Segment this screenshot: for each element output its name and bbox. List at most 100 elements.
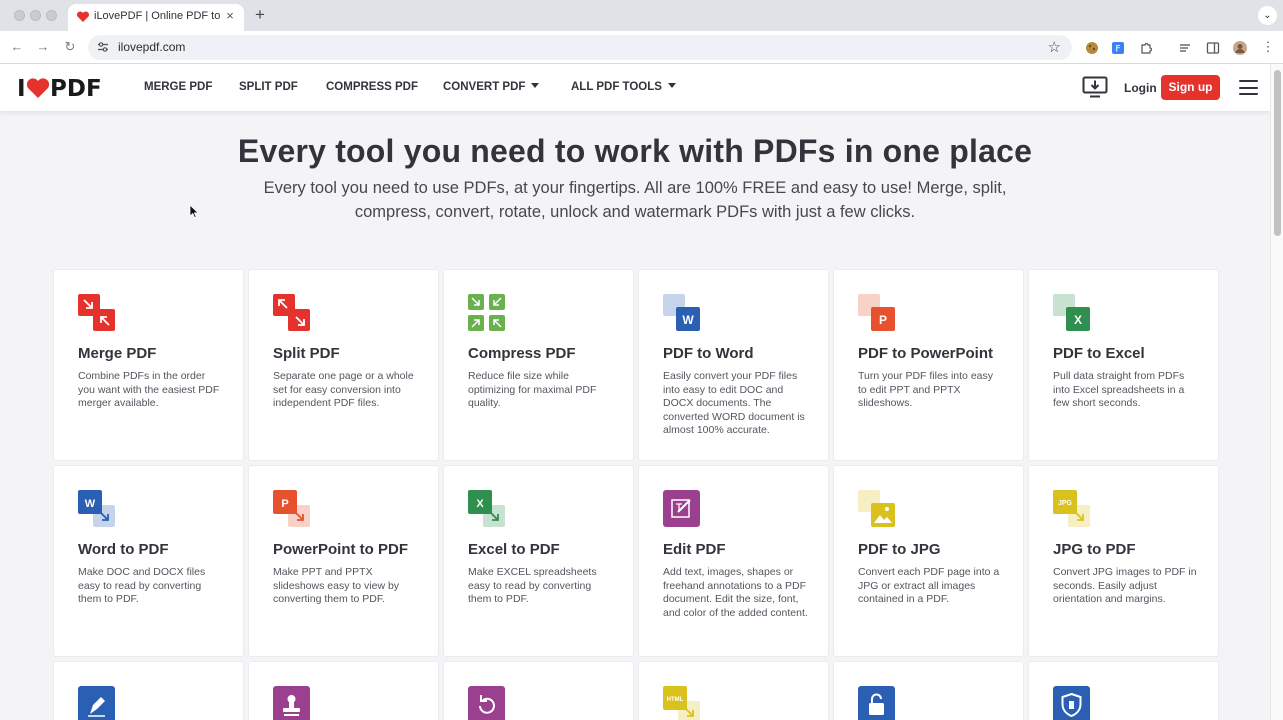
pdf-to-jpg-icon: [858, 490, 895, 527]
tool-card[interactable]: Split PDF Separate one page or a whole se…: [248, 269, 439, 461]
back-icon[interactable]: ←: [9, 39, 25, 55]
powerpoint-icon: P: [858, 294, 895, 331]
svg-text:X: X: [1074, 313, 1082, 327]
nav-all-pdf-tools[interactable]: ALL PDF TOOLS: [571, 81, 676, 93]
site-settings-icon[interactable]: [97, 41, 109, 53]
browser-tab[interactable]: iLovePDF | Online PDF tools f ×: [68, 4, 244, 31]
split-icon: [273, 294, 310, 331]
zoom-window-button[interactable]: [46, 10, 57, 21]
tool-card[interactable]: PDF to JPG Convert each PDF page into a J…: [833, 465, 1024, 657]
tool-card-description: Separate one page or a whole set for eas…: [273, 370, 414, 409]
tool-card[interactable]: [248, 661, 439, 720]
tool-card[interactable]: [1028, 661, 1219, 720]
compress-icon: [468, 294, 505, 331]
browser-toolbar: ← → ↻ ilovepdf.com ☆ F ⋮: [0, 31, 1283, 64]
tool-card[interactable]: JPG JPG to PDF Convert JPG images to PDF i…: [1028, 465, 1219, 657]
caret-down-icon: [667, 83, 676, 88]
extension-translate-icon[interactable]: F: [1111, 41, 1125, 55]
tool-card-title: PDF to Excel: [1053, 345, 1145, 362]
extension-cookie-icon[interactable]: [1085, 41, 1099, 55]
jpg-to-pdf-icon: JPG: [1053, 490, 1090, 527]
tool-card-description: Convert each PDF page into a JPG or extr…: [858, 566, 1000, 605]
tool-card-title: PDF to JPG: [858, 541, 941, 558]
tab-search-button[interactable]: ⌄: [1258, 6, 1277, 25]
nav-convert-pdf[interactable]: CONVERT PDF: [443, 81, 540, 93]
tool-card-description: Add text, images, shapes or freehand ann…: [663, 566, 808, 619]
mouse-cursor-icon: [189, 204, 199, 219]
svg-text:W: W: [682, 313, 694, 327]
tool-card-description: Easily convert your PDF files into easy …: [663, 370, 805, 436]
merge-icon: [78, 294, 115, 331]
tool-card[interactable]: [443, 661, 634, 720]
hero-subtitle: Every tool you need to use PDFs, at your…: [263, 179, 1007, 221]
tool-card-description: Combine PDFs in the order you want with …: [78, 370, 220, 409]
tool-card-description: Reduce file size while optimizing for ma…: [468, 370, 597, 409]
browser-tab-bar: iLovePDF | Online PDF tools f × + ⌄: [0, 0, 1283, 31]
bookmark-star-icon[interactable]: ☆: [1048, 38, 1061, 56]
tool-card[interactable]: X Excel to PDF Make EXCEL spreadsheets eas…: [443, 465, 634, 657]
login-link[interactable]: Login: [1124, 81, 1157, 95]
powerpoint-to-pdf-icon: P: [273, 490, 310, 527]
tab-close-button[interactable]: ×: [222, 8, 238, 24]
tool-card-title: Edit PDF: [663, 541, 726, 558]
tool-card-title: Word to PDF: [78, 541, 169, 558]
svg-text:PDF: PDF: [50, 76, 102, 102]
tool-card[interactable]: Compress PDF Reduce file size while optim…: [443, 269, 634, 461]
word-icon: W: [663, 294, 700, 331]
tool-card[interactable]: [53, 661, 244, 720]
tool-card-title: PDF to Word: [663, 345, 754, 362]
tool-card[interactable]: HTML: [638, 661, 829, 720]
tool-card-title: Split PDF: [273, 345, 340, 362]
nav-merge-pdf[interactable]: MERGE PDF: [144, 81, 212, 93]
close-window-button[interactable]: [14, 10, 25, 21]
extensions-puzzle-icon[interactable]: [1139, 41, 1153, 55]
signup-button[interactable]: Sign up: [1161, 75, 1220, 100]
edit-icon: [663, 490, 700, 527]
watermark-icon: [273, 686, 310, 720]
tool-card[interactable]: P PowerPoint to PDF Make PPT and PPTX slid…: [248, 465, 439, 657]
word-to-pdf-icon: W: [78, 490, 115, 527]
reload-icon[interactable]: ↻: [62, 39, 78, 55]
tab-title: iLovePDF | Online PDF tools f: [94, 10, 220, 22]
hero-title: Every tool you need to work with PDFs in…: [237, 133, 1033, 169]
tool-card-description: Make PPT and PPTX slideshows easy to vie…: [273, 566, 400, 605]
tool-card[interactable]: Merge PDF Combine PDFs in the order you w…: [53, 269, 244, 461]
minimize-window-button[interactable]: [30, 10, 41, 21]
tool-card-description: Convert JPG images to PDF in seconds. Ea…: [1053, 566, 1197, 605]
tool-card[interactable]: W PDF to Word Easily convert your PDF file…: [638, 269, 829, 461]
scrollbar-thumb[interactable]: [1274, 70, 1281, 236]
tool-card-title: JPG to PDF: [1053, 541, 1136, 558]
page-scrollbar[interactable]: [1270, 64, 1283, 720]
desktop-app-icon[interactable]: [1082, 76, 1108, 98]
forward-icon[interactable]: →: [35, 39, 51, 55]
site-header: I PDF MERGE PDF SPLIT PDF COMPRESS PDF C…: [0, 64, 1270, 111]
tool-card[interactable]: X PDF to Excel Pull data straight from PDF…: [1028, 269, 1219, 461]
new-tab-button[interactable]: +: [251, 5, 269, 25]
unlock-icon: [858, 686, 895, 720]
profile-avatar-icon[interactable]: [1233, 41, 1247, 55]
browser-menu-icon[interactable]: ⋮: [1260, 39, 1276, 55]
protect-icon: [1053, 686, 1090, 720]
tool-card-description: Turn your PDF files into easy to edit PP…: [858, 370, 993, 409]
tool-card-description: Make EXCEL spreadsheets easy to read by …: [468, 566, 597, 605]
svg-text:I: I: [17, 76, 26, 102]
ilovepdf-logo[interactable]: I PDF: [17, 74, 109, 102]
heart-icon: [76, 11, 90, 22]
nav-all-tools-label: ALL PDF TOOLS: [571, 81, 662, 93]
tool-card[interactable]: W Word to PDF Make DOC and DOCX files easy…: [53, 465, 244, 657]
tool-card-title: Excel to PDF: [468, 541, 560, 558]
tool-card[interactable]: P PDF to PowerPoint Turn your PDF files in…: [833, 269, 1024, 461]
side-panel-icon[interactable]: [1206, 41, 1220, 55]
reading-list-icon[interactable]: [1178, 41, 1192, 55]
tool-card-description: Pull data straight from PDFs into Excel …: [1053, 370, 1185, 409]
excel-icon: X: [1053, 294, 1090, 331]
nav-compress-pdf[interactable]: COMPRESS PDF: [326, 81, 418, 93]
hamburger-menu-icon[interactable]: [1239, 80, 1258, 95]
rotate-icon: [468, 686, 505, 720]
tool-card-description: Make DOC and DOCX files easy to read by …: [78, 566, 206, 605]
url-text: ilovepdf.com: [118, 40, 186, 54]
nav-split-pdf[interactable]: SPLIT PDF: [239, 81, 298, 93]
tool-card[interactable]: [833, 661, 1024, 720]
address-bar[interactable]: ilovepdf.com ☆: [88, 35, 1072, 60]
tool-card[interactable]: Edit PDF Add text, images, shapes or free…: [638, 465, 829, 657]
